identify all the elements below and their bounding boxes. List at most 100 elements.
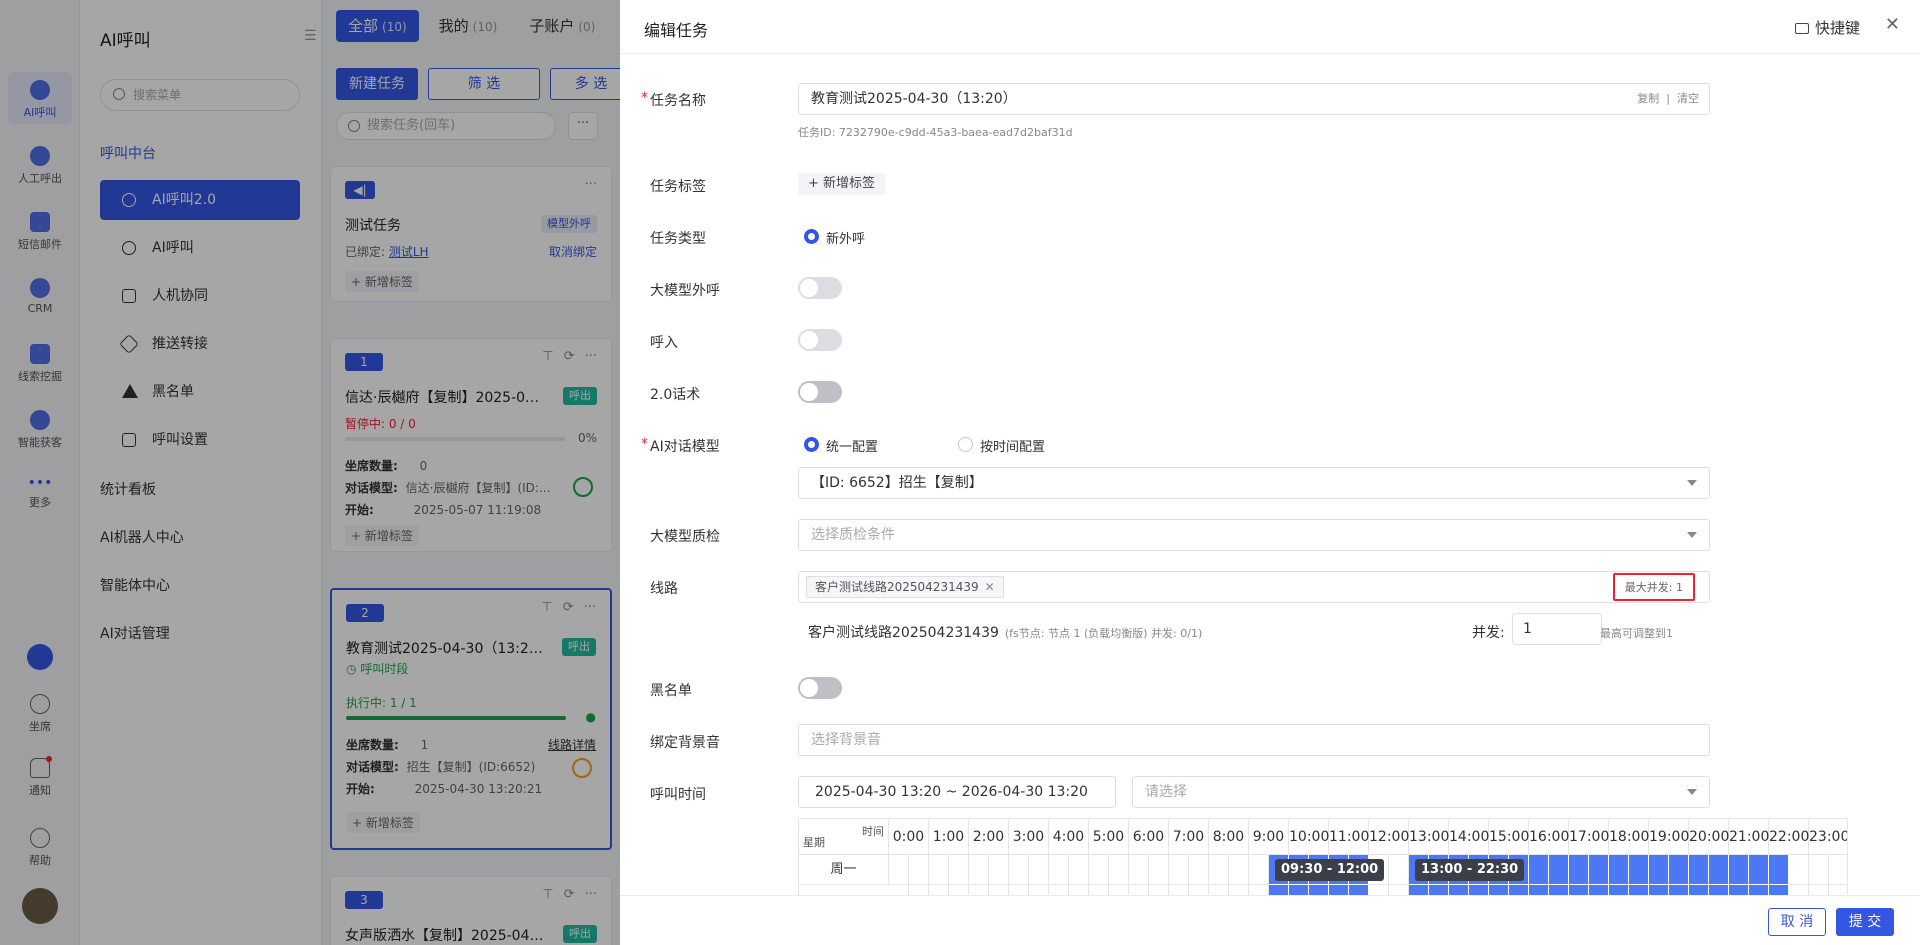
time-slot-cell[interactable] [1049,855,1069,885]
time-slot-cell[interactable] [1589,855,1609,885]
time-slot-cell[interactable] [1249,855,1269,885]
hour-header: 20:00 [1689,819,1729,855]
time-slot-cell[interactable] [1149,855,1169,885]
max-concurrency-badge: 最大并发: 1 [1612,573,1695,601]
task-type-label: 任务类型 [650,231,706,247]
row-label-monday: 周一 [799,855,889,885]
time-slot-cell[interactable] [1129,855,1149,885]
time-slot-cell[interactable] [1029,855,1049,885]
edit-task-drawer: 编辑任务 快捷键 ✕ * 任务名称 教育测试2025-04-30（13:20） 复… [620,0,1920,945]
script-20-switch[interactable] [798,381,842,403]
time-slot-cell[interactable] [1609,855,1629,885]
time-slot-cell[interactable] [1109,855,1129,885]
clear-button[interactable]: 清空 [1677,92,1699,105]
time-slot-cell[interactable] [1569,855,1589,885]
keyboard-icon [1794,23,1809,34]
submit-button[interactable]: 提 交 [1836,908,1894,936]
task-name-input[interactable]: 教育测试2025-04-30（13:20） 复制 | 清空 [798,83,1710,115]
shortcut-button[interactable]: 快捷键 [1794,17,1860,38]
ai-model-select[interactable]: 【ID: 6652】招生【复制】 [798,467,1710,499]
time-slot-cell[interactable] [1769,855,1789,885]
hour-header: 7:00 [1169,819,1209,855]
time-slot-cell[interactable] [969,855,989,885]
hour-header: 9:00 [1249,819,1289,855]
inbound-label: 呼入 [650,335,678,351]
time-slot-cell[interactable] [1089,855,1109,885]
hour-header: 21:00 [1729,819,1769,855]
hour-header: 6:00 [1129,819,1169,855]
drawer-footer: 取 消 提 交 [620,895,1920,945]
hour-header: 12:00 [1369,819,1409,855]
inbound-switch[interactable] [798,329,842,351]
time-slot-cell[interactable] [989,855,1009,885]
grid-corner: 时间 星期 [799,819,889,855]
hour-header: 23:00 [1809,819,1847,855]
radio-checked-icon [804,229,819,244]
llm-call-switch[interactable] [798,277,842,299]
hour-header: 1:00 [929,819,969,855]
time-slot-cell[interactable] [1789,855,1809,885]
llm-qc-label: 大模型质检 [650,529,720,545]
time-slot-cell[interactable] [1529,855,1549,885]
hour-header: 0:00 [889,819,929,855]
call-time-select[interactable]: 请选择 [1132,776,1710,808]
add-task-tag-button[interactable]: + 新增标签 [798,173,886,195]
time-slot-cell[interactable] [1069,855,1089,885]
time-slot-cell[interactable] [1549,855,1569,885]
llm-qc-select[interactable]: 选择质检条件 [798,519,1710,551]
radio-unified-config[interactable]: 统一配置 [804,436,878,455]
copy-button[interactable]: 复制 [1637,92,1659,105]
time-slot-cell[interactable] [1829,855,1847,885]
range-label: 13:00 - 22:30 [1415,859,1525,881]
concurrency-input[interactable]: 1 [1512,613,1602,645]
line-label: 线路 [650,581,678,597]
hour-header: 5:00 [1089,819,1129,855]
time-slot-cell[interactable] [929,855,949,885]
time-slot-cell[interactable] [889,855,909,885]
radio-time-config[interactable]: 按时间配置 [958,436,1045,455]
time-slot-cell[interactable] [1709,855,1729,885]
call-date-range[interactable]: 2025-04-30 13:20 ~ 2026-04-30 13:20 [798,776,1116,808]
blacklist-switch[interactable] [798,677,842,699]
time-slot-cell[interactable] [1749,855,1769,885]
hour-header: 15:00 [1489,819,1529,855]
time-slot-cell[interactable] [1729,855,1749,885]
chevron-down-icon [1687,789,1697,795]
time-slot-cell[interactable] [1009,855,1029,885]
remove-chip-icon[interactable]: ✕ [985,580,995,594]
hour-header: 13:00 [1409,819,1449,855]
hour-header: 16:00 [1529,819,1569,855]
time-slot-cell[interactable] [1229,855,1249,885]
time-slot-cell[interactable] [1809,855,1829,885]
concurrency-label: 并发: [1472,625,1505,641]
line-info: 客户测试线路202504231439 (fs节点: 节点 1 (负载均衡版) 并发… [808,625,1203,641]
modal-backdrop[interactable] [0,0,620,945]
concurrency-hint: 最高可调整到1 [1600,627,1673,640]
time-slot-cell[interactable] [1649,855,1669,885]
time-slot-cell[interactable] [909,855,929,885]
bg-audio-select[interactable]: 选择背景音 [798,724,1710,756]
chevron-down-icon [1687,480,1697,486]
time-slot-cell[interactable] [1669,855,1689,885]
hour-header: 10:00 [1289,819,1329,855]
cancel-button[interactable]: 取 消 [1768,908,1826,936]
close-icon[interactable]: ✕ [1885,14,1900,35]
drawer-title: 编辑任务 [644,21,709,40]
hour-header: 14:00 [1449,819,1489,855]
hour-header: 8:00 [1209,819,1249,855]
ai-model-label: * AI对话模型 [641,436,720,455]
time-slot-cell[interactable] [1209,855,1229,885]
time-slot-cell[interactable] [1169,855,1189,885]
time-slot-cell[interactable] [1189,855,1209,885]
radio-new-outbound[interactable]: 新外呼 [804,228,865,247]
time-slot-cell[interactable] [1389,855,1409,885]
script-20-label: 2.0话术 [650,387,701,403]
hour-header: 18:00 [1609,819,1649,855]
line-select[interactable]: 客户测试线路202504231439 ✕ 最大并发: 1 [798,571,1710,603]
radio-unchecked-icon [958,437,973,452]
time-slot-cell[interactable] [1689,855,1709,885]
hour-header: 19:00 [1649,819,1689,855]
time-slot-cell[interactable] [1629,855,1649,885]
schedule-grid: 时间 星期 周一 0:00 1:00 2:00 3:00 4:00 5:00 6:00 7:0… [798,818,1848,896]
time-slot-cell[interactable] [949,855,969,885]
